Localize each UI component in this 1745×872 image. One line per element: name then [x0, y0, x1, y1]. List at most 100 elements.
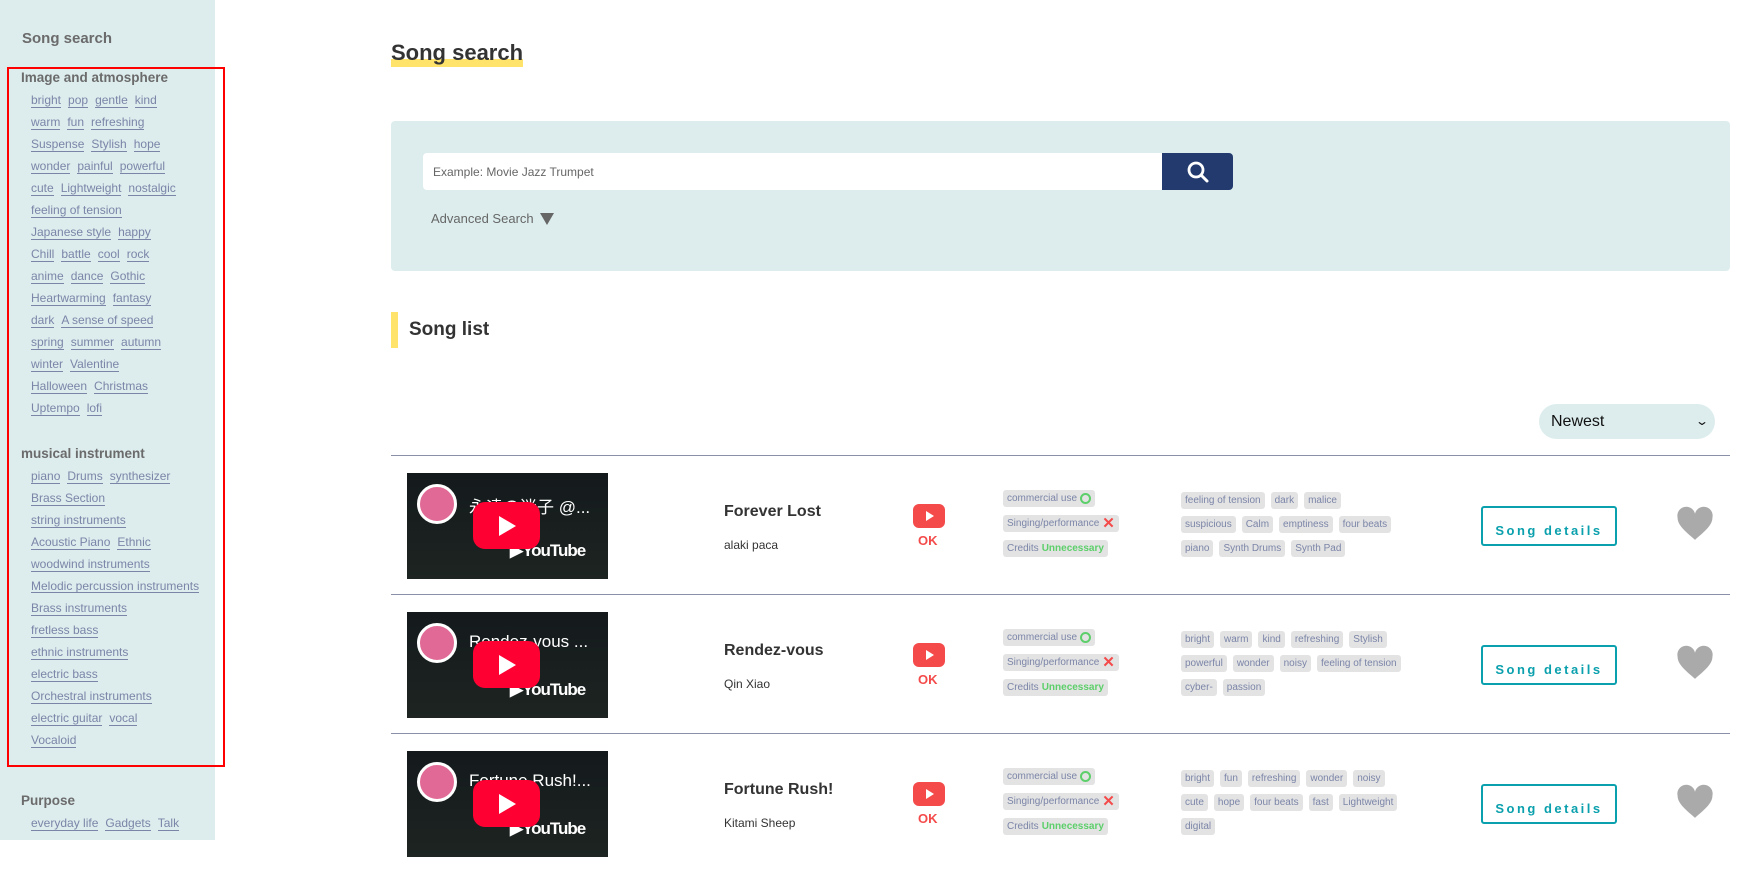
- tag-link[interactable]: Stylish: [91, 137, 127, 152]
- song-tag[interactable]: fun: [1220, 770, 1242, 787]
- song-tag[interactable]: suspicious: [1181, 516, 1236, 533]
- tag-link[interactable]: lofi: [86, 401, 103, 416]
- song-tag[interactable]: four beats: [1250, 794, 1303, 811]
- tag-link[interactable]: fantasy: [112, 291, 152, 306]
- tag-link[interactable]: warm: [31, 115, 61, 130]
- song-tag[interactable]: noisy: [1353, 770, 1385, 787]
- tag-link[interactable]: cool: [97, 247, 120, 262]
- tag-link[interactable]: Brass instruments: [31, 601, 128, 616]
- tag-link[interactable]: electric guitar: [31, 711, 103, 726]
- tag-link[interactable]: Heartwarming: [31, 291, 106, 306]
- tag-link[interactable]: powerful: [119, 159, 166, 174]
- tag-link[interactable]: Vocaloid: [31, 733, 77, 748]
- song-tag[interactable]: Lightweight: [1338, 794, 1398, 811]
- tag-link[interactable]: Chill: [31, 247, 55, 262]
- tag-link[interactable]: bright: [31, 93, 62, 108]
- song-tag[interactable]: dark: [1270, 492, 1299, 509]
- song-tag[interactable]: digital: [1181, 818, 1216, 835]
- tag-link[interactable]: feeling of tension: [31, 203, 122, 218]
- heart-icon[interactable]: [1676, 506, 1714, 547]
- heart-icon[interactable]: [1676, 645, 1714, 686]
- song-tag[interactable]: feeling of tension: [1316, 655, 1401, 672]
- tag-link[interactable]: kind: [134, 93, 157, 108]
- sort-select[interactable]: Newest: [1539, 404, 1715, 439]
- song-tag[interactable]: bright: [1181, 631, 1215, 648]
- song-tag[interactable]: piano: [1181, 540, 1214, 557]
- play-icon[interactable]: [473, 780, 540, 827]
- tag-link[interactable]: gentle: [95, 93, 128, 108]
- song-tag[interactable]: noisy: [1279, 655, 1311, 672]
- tag-link[interactable]: fretless bass: [31, 623, 99, 638]
- song-tag[interactable]: emptiness: [1279, 516, 1333, 533]
- tag-link[interactable]: Uptempo: [31, 401, 80, 416]
- play-icon[interactable]: [473, 502, 540, 549]
- tag-link[interactable]: dark: [31, 313, 55, 328]
- tag-link[interactable]: Gadgets: [105, 816, 151, 831]
- advanced-search-toggle[interactable]: Advanced Search: [431, 211, 554, 226]
- song-title[interactable]: Fortune Rush!: [724, 781, 833, 799]
- tag-link[interactable]: Japanese style: [31, 225, 112, 240]
- tag-link[interactable]: Drums: [67, 469, 103, 484]
- song-tag[interactable]: Calm: [1241, 516, 1274, 533]
- song-tag[interactable]: refreshing: [1247, 770, 1301, 787]
- song-tag[interactable]: cyber-: [1181, 679, 1217, 696]
- song-tag[interactable]: malice: [1304, 492, 1341, 509]
- tag-link[interactable]: Acoustic Piano: [31, 535, 111, 550]
- tag-link[interactable]: summer: [70, 335, 115, 350]
- song-tag[interactable]: refreshing: [1290, 631, 1344, 648]
- tag-link[interactable]: fun: [67, 115, 85, 130]
- search-input[interactable]: [423, 153, 1165, 190]
- video-thumbnail[interactable]: Fortune Rush!... ▶YouTube: [407, 751, 608, 857]
- song-tag[interactable]: passion: [1222, 679, 1266, 696]
- tag-link[interactable]: Suspense: [31, 137, 85, 152]
- tag-link[interactable]: synthesizer: [109, 469, 171, 484]
- tag-link[interactable]: cute: [31, 181, 54, 196]
- tag-link[interactable]: spring: [31, 335, 64, 350]
- tag-link[interactable]: Gothic: [110, 269, 146, 284]
- tag-link[interactable]: vocal: [109, 711, 138, 726]
- tag-link[interactable]: nostalgic: [128, 181, 176, 196]
- tag-link[interactable]: string instruments: [31, 513, 126, 528]
- video-thumbnail[interactable]: 永遠の迷子 @... ▶YouTube: [407, 473, 608, 579]
- song-tag[interactable]: cute: [1181, 794, 1208, 811]
- tag-link[interactable]: Halloween: [31, 379, 88, 394]
- song-tag[interactable]: Stylish: [1349, 631, 1387, 648]
- song-tag[interactable]: Synth Pad: [1291, 540, 1346, 557]
- tag-link[interactable]: rock: [126, 247, 150, 262]
- tag-link[interactable]: woodwind instruments: [31, 557, 150, 572]
- tag-link[interactable]: happy: [118, 225, 151, 240]
- play-icon[interactable]: [473, 641, 540, 688]
- song-tag[interactable]: wonder: [1232, 655, 1274, 672]
- tag-link[interactable]: Christmas: [94, 379, 149, 394]
- tag-link[interactable]: anime: [31, 269, 64, 284]
- tag-link[interactable]: A sense of speed: [61, 313, 154, 328]
- tag-link[interactable]: wonder: [31, 159, 71, 174]
- song-tag[interactable]: warm: [1220, 631, 1253, 648]
- song-tag[interactable]: wonder: [1306, 770, 1348, 787]
- tag-link[interactable]: everyday life: [31, 816, 99, 831]
- tag-link[interactable]: Ethnic: [117, 535, 151, 550]
- song-tag[interactable]: feeling of tension: [1181, 492, 1265, 509]
- song-tag[interactable]: fast: [1308, 794, 1333, 811]
- tag-link[interactable]: battle: [61, 247, 91, 262]
- tag-link[interactable]: piano: [31, 469, 61, 484]
- tag-link[interactable]: painful: [77, 159, 113, 174]
- video-thumbnail[interactable]: Rendez-vous ... ▶YouTube: [407, 612, 608, 718]
- tag-link[interactable]: refreshing: [91, 115, 145, 130]
- search-button[interactable]: [1162, 153, 1233, 190]
- tag-link[interactable]: Orchestral instruments: [31, 689, 152, 704]
- tag-link[interactable]: ethnic instruments: [31, 645, 129, 660]
- tag-link[interactable]: Melodic percussion instruments: [31, 580, 200, 593]
- tag-link[interactable]: Talk: [157, 816, 180, 831]
- song-tag[interactable]: Synth Drums: [1219, 540, 1286, 557]
- tag-link[interactable]: Valentine: [70, 357, 120, 372]
- song-tag[interactable]: hope: [1213, 794, 1245, 811]
- tag-link[interactable]: autumn: [121, 335, 162, 350]
- song-details-button[interactable]: Song details: [1481, 784, 1617, 824]
- song-tag[interactable]: powerful: [1181, 655, 1227, 672]
- song-title[interactable]: Rendez-vous: [724, 642, 824, 660]
- tag-link[interactable]: pop: [68, 93, 89, 108]
- song-details-button[interactable]: Song details: [1481, 645, 1617, 685]
- song-tag[interactable]: four beats: [1338, 516, 1392, 533]
- tag-link[interactable]: Lightweight: [60, 181, 122, 196]
